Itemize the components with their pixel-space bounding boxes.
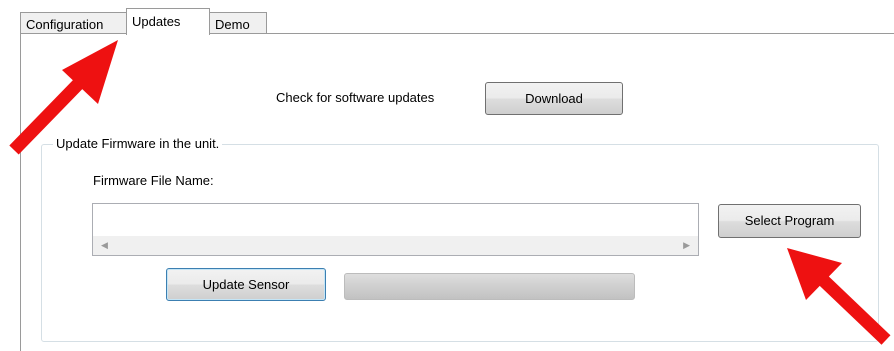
arrow-to-select-program-icon — [787, 248, 891, 345]
tab-updates[interactable]: Updates — [126, 8, 210, 35]
annotation-arrows — [9, 40, 891, 345]
arrow-to-updates-tab-icon — [9, 40, 118, 155]
tab-updates-label: Updates — [132, 14, 181, 29]
